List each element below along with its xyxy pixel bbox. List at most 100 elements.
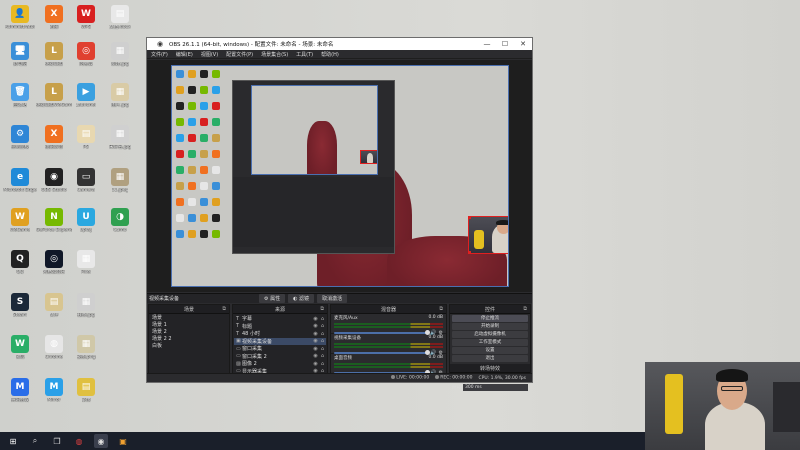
desktop-icon[interactable]: ▤ 录像 — [68, 378, 104, 416]
desktop-icon[interactable]: ▦ 新建.jpg — [102, 42, 138, 80]
preview-canvas[interactable] — [171, 65, 509, 287]
menu-item[interactable]: 工具(T) — [296, 51, 313, 58]
filters-button[interactable]: ◐ 滤镜 — [288, 294, 315, 303]
task-view-icon[interactable]: ❐ — [50, 434, 64, 448]
lock-icon[interactable]: ⌂ — [319, 316, 326, 322]
lock-icon[interactable]: ⌂ — [319, 361, 326, 367]
desktop-icon[interactable]: W 微信 — [2, 335, 38, 373]
chrome-icon[interactable]: ◍ — [72, 434, 86, 448]
search-icon[interactable]: ⌕ — [28, 434, 42, 448]
minimize-button[interactable]: — — [478, 40, 496, 48]
obs-icon[interactable]: ◉ — [94, 434, 108, 448]
desktop-icon[interactable]: L 英雄联盟 — [36, 42, 72, 80]
desktop-icon[interactable]: Q QQ — [2, 250, 38, 288]
desktop-icon[interactable]: ▦ Pixel — [68, 250, 104, 288]
desktop-icon[interactable]: W WPS — [68, 5, 104, 43]
desktop-icon[interactable]: 👤 Administrator — [2, 5, 38, 43]
properties-button[interactable]: ⚙ 属性 — [259, 294, 286, 303]
obs-window[interactable]: ◉ OBS 26.1.1 (64-bit, windows) - 配置文件: 未… — [146, 37, 533, 391]
eye-icon[interactable]: ◉ — [312, 338, 319, 344]
desktop-icon[interactable]: M Mirror — [36, 378, 72, 416]
desktop-icon[interactable]: U Uplay — [68, 208, 104, 246]
control-button[interactable]: 工作室模式 — [452, 339, 528, 346]
eye-icon[interactable]: ◉ — [312, 323, 319, 329]
lock-icon[interactable]: ⌂ — [319, 353, 326, 359]
source-item[interactable]: T 字幕 ◉ ⌂ — [234, 315, 326, 323]
desktop-icon[interactable]: ▦ 截图.png — [68, 335, 104, 373]
resize-handle[interactable] — [469, 251, 471, 253]
maximize-button[interactable]: ☐ — [496, 40, 514, 48]
resize-handle[interactable] — [469, 217, 471, 219]
desktop-icon[interactable]: ▤ 文档.docx — [102, 5, 138, 43]
desktop-icon[interactable]: ▦ 11.jpeg — [102, 168, 138, 206]
control-button[interactable]: 设置 — [452, 347, 528, 354]
control-button[interactable]: 退出 — [452, 355, 528, 362]
desktop-icon[interactable]: W WeGame — [2, 208, 38, 246]
desktop-icon[interactable]: ▤ PS — [68, 125, 104, 163]
source-item[interactable]: ▭ 窗口采集 ◉ ⌂ — [234, 345, 326, 353]
menu-item[interactable]: 场景集合(S) — [261, 51, 288, 58]
desktop-icon[interactable]: ◑ Camo — [102, 208, 138, 246]
source-item[interactable]: T 48 小时 ◉ ⌂ — [234, 330, 326, 338]
desktop-icon[interactable]: ⚙ 控制面板 — [2, 125, 38, 163]
eye-icon[interactable]: ◉ — [312, 346, 319, 352]
menu-item[interactable]: 配置文件(P) — [226, 51, 253, 58]
desktop-icon[interactable]: ▦ 截图.jpg — [68, 293, 104, 331]
popout-icon[interactable]: ⧉ — [222, 306, 226, 312]
popout-icon[interactable]: ⧉ — [439, 306, 443, 312]
menu-item[interactable]: 文件(F) — [151, 51, 168, 58]
desktop-icon[interactable]: 🖥 此电脑 — [2, 42, 38, 80]
eye-icon[interactable]: ◉ — [312, 353, 319, 359]
desktop-icon[interactable]: X 迅雷 — [36, 5, 72, 43]
eye-icon[interactable]: ◉ — [312, 361, 319, 367]
desktop-icon[interactable]: ▭ Camera — [68, 168, 104, 206]
control-button[interactable]: 停止推流 — [452, 315, 528, 322]
scene-item[interactable]: 场景 1 — [150, 322, 228, 329]
duration-input[interactable]: 300 ms — [463, 384, 528, 391]
scene-item[interactable]: 场景 2 — [150, 329, 228, 336]
source-list[interactable]: T 字幕 ◉ ⌂ T 标题 ◉ ⌂ T 48 小时 ◉ ⌂ ▣ 视频采集设备 ◉ ⌂ ▭ 窗口采集 ◉ ⌂ ▭ 窗口采集 … — [233, 314, 327, 382]
desktop-icon[interactable]: N GeForce Experience — [36, 208, 72, 246]
control-button[interactable]: 启动虚拟摄像机 — [452, 331, 528, 338]
scene-item[interactable]: 场景 2 2 — [150, 336, 228, 343]
popout-icon[interactable]: ⧉ — [523, 306, 527, 312]
desktop-icon[interactable]: ◉ OBS Studio — [36, 168, 72, 206]
desktop-icon[interactable]: ▦ 未命名.jpg — [102, 125, 138, 163]
desktop-icon[interactable]: ◎ 网易云 — [68, 42, 104, 80]
webcam-source-selected[interactable] — [468, 216, 508, 254]
wps-icon[interactable]: ▣ — [116, 434, 130, 448]
desktop-icon[interactable]: e Microsoft Edge — [2, 168, 38, 206]
desktop-icon[interactable]: 🗑 回收站 — [2, 83, 38, 121]
desktop-icon[interactable]: ▤ 文件 — [36, 293, 72, 331]
source-item[interactable]: ▣ 视频采集设备 ◉ ⌂ — [234, 337, 326, 345]
desktop-icon[interactable]: ◎ 网易云音乐 — [36, 250, 72, 288]
menu-item[interactable]: 视图(V) — [201, 51, 218, 58]
source-item[interactable]: ▨ 图像 2 ◉ ⌂ — [234, 360, 326, 368]
desktop-icon[interactable]: L 英雄联盟WeGame版 — [36, 83, 72, 121]
popout-icon[interactable]: ⧉ — [320, 306, 324, 312]
deactivate-button[interactable]: 取消激活 — [317, 294, 348, 303]
obs-titlebar[interactable]: ◉ OBS 26.1.1 (64-bit, windows) - 配置文件: 未… — [147, 38, 532, 50]
windows-start-icon[interactable]: ⊞ — [6, 434, 20, 448]
preview-area[interactable] — [147, 60, 532, 292]
desktop-icon[interactable]: S Steam — [2, 293, 38, 331]
desktop-icon[interactable]: ▶ Launcher — [68, 83, 104, 121]
eye-icon[interactable]: ◉ — [312, 316, 319, 322]
scene-list[interactable]: 场景 场景 1 场景 2 场景 2 2 白板 — [149, 314, 229, 374]
lock-icon[interactable]: ⌂ — [319, 323, 326, 329]
desktop-icon[interactable]: X 迅雷影音 — [36, 125, 72, 163]
scene-item[interactable]: 场景 — [150, 315, 228, 322]
eye-icon[interactable]: ◉ — [312, 331, 319, 337]
source-item[interactable]: T 标题 ◉ ⌂ — [234, 323, 326, 331]
desktop-icon[interactable]: ◍ Chrome — [36, 335, 72, 373]
lock-icon[interactable]: ⌂ — [319, 331, 326, 337]
source-item[interactable]: ▭ 窗口采集 2 ◉ ⌂ — [234, 353, 326, 361]
lock-icon[interactable]: ⌂ — [319, 338, 326, 344]
menu-item[interactable]: 编辑(E) — [176, 51, 193, 58]
control-button[interactable]: 开始录制 — [452, 323, 528, 330]
lock-icon[interactable]: ⌂ — [319, 346, 326, 352]
menu-item[interactable]: 帮助(H) — [321, 51, 339, 58]
scene-item[interactable]: 白板 — [150, 343, 228, 350]
close-button[interactable]: ✕ — [514, 40, 532, 48]
desktop-icon[interactable]: ▦ 图片.jpg — [102, 83, 138, 121]
